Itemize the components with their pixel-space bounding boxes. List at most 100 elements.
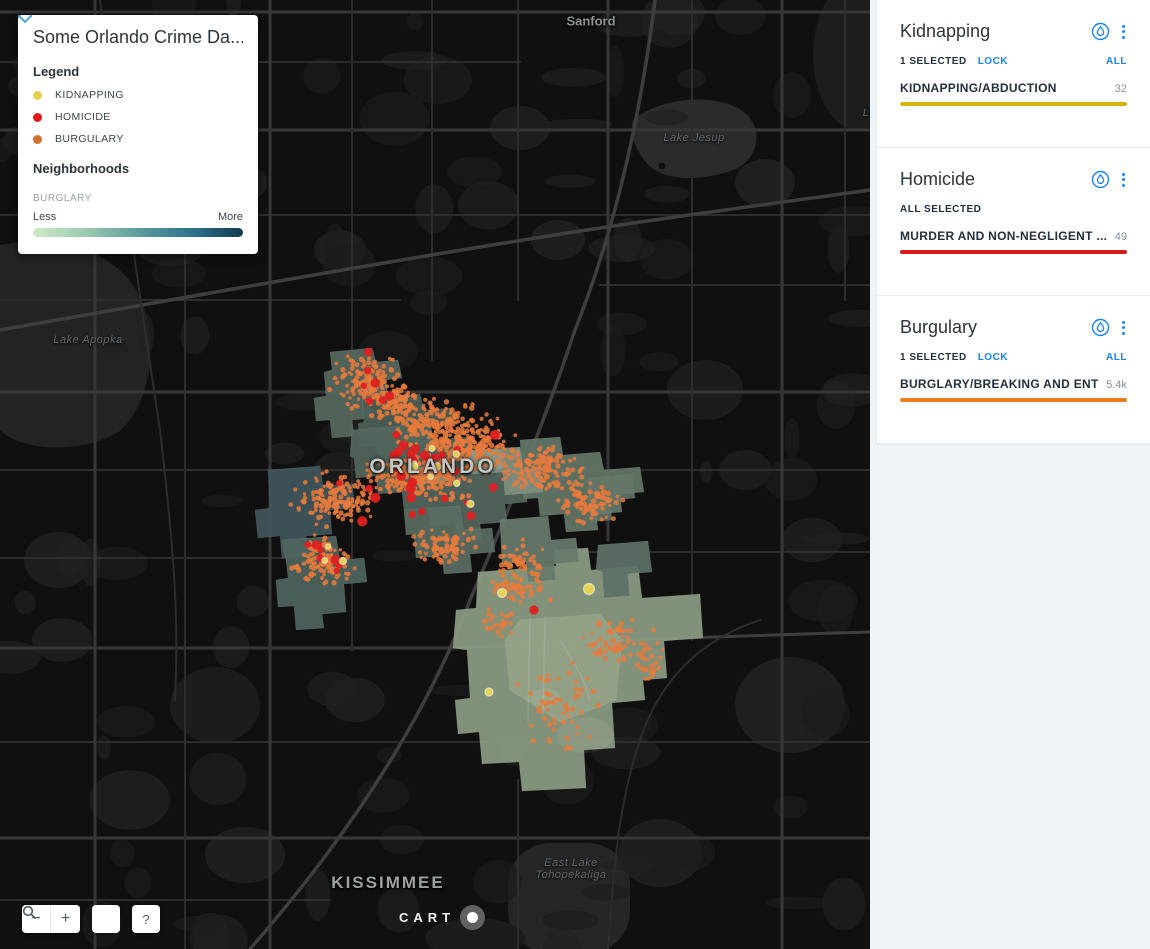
crime-point-burglary[interactable] bbox=[419, 555, 423, 560]
crime-point-burglary[interactable] bbox=[335, 380, 340, 385]
crime-point-burglary[interactable] bbox=[529, 723, 534, 728]
crime-point-burglary[interactable] bbox=[610, 637, 616, 643]
crime-point-burglary[interactable] bbox=[444, 537, 450, 543]
crime-point-burglary[interactable] bbox=[448, 433, 453, 437]
crime-point-burglary[interactable] bbox=[559, 485, 565, 491]
crime-point-burglary[interactable] bbox=[437, 413, 442, 418]
crime-point-burglary[interactable] bbox=[447, 478, 453, 484]
crime-point-homicide[interactable] bbox=[406, 492, 416, 503]
crime-point-burglary[interactable] bbox=[465, 453, 470, 458]
all-link[interactable]: ALL bbox=[1106, 352, 1127, 363]
crime-point-burglary[interactable] bbox=[335, 509, 339, 514]
crime-point-burglary[interactable] bbox=[403, 434, 409, 440]
crime-point-burglary[interactable] bbox=[549, 468, 554, 473]
lock-link[interactable]: LOCK bbox=[978, 352, 1008, 363]
crime-point-burglary[interactable] bbox=[296, 506, 301, 511]
crime-point-burglary[interactable] bbox=[609, 630, 614, 636]
crime-point-burglary[interactable] bbox=[368, 479, 374, 484]
crime-point-burglary[interactable] bbox=[385, 384, 389, 389]
crime-point-burglary[interactable] bbox=[422, 460, 428, 466]
crime-point-burglary[interactable] bbox=[537, 565, 542, 569]
crime-point-burglary[interactable] bbox=[466, 463, 471, 468]
crime-point-burglary[interactable] bbox=[500, 572, 506, 578]
crime-point-burglary[interactable] bbox=[555, 484, 560, 489]
crime-point-burglary[interactable] bbox=[322, 573, 326, 577]
crime-point-burglary[interactable] bbox=[384, 410, 390, 416]
crime-point-burglary[interactable] bbox=[575, 481, 581, 487]
crime-point-burglary[interactable] bbox=[381, 379, 387, 384]
crime-point-burglary[interactable] bbox=[538, 445, 543, 450]
crime-point-burglary[interactable] bbox=[568, 745, 573, 751]
crime-point-burglary[interactable] bbox=[462, 476, 467, 481]
crime-point-burglary[interactable] bbox=[466, 423, 471, 428]
crime-point-burglary[interactable] bbox=[501, 463, 506, 468]
crime-point-burglary[interactable] bbox=[522, 565, 528, 571]
droplet-filter-icon[interactable] bbox=[1091, 22, 1110, 41]
crime-point-burglary[interactable] bbox=[560, 719, 566, 725]
crime-point-burglary[interactable] bbox=[509, 447, 515, 453]
crime-point-burglary[interactable] bbox=[312, 533, 317, 537]
crime-point-burglary[interactable] bbox=[452, 547, 457, 552]
crime-point-burglary[interactable] bbox=[393, 479, 398, 485]
crime-point-burglary[interactable] bbox=[400, 384, 406, 389]
crime-point-burglary[interactable] bbox=[440, 421, 445, 427]
crime-point-burglary[interactable] bbox=[542, 715, 548, 721]
crime-point-burglary[interactable] bbox=[627, 652, 633, 657]
crime-point-burglary[interactable] bbox=[645, 645, 649, 650]
crime-point-burglary[interactable] bbox=[426, 469, 431, 474]
crime-point-burglary[interactable] bbox=[590, 498, 597, 504]
crime-point-homicide[interactable] bbox=[392, 431, 401, 439]
crime-point-burglary[interactable] bbox=[572, 456, 577, 461]
crime-point-burglary[interactable] bbox=[319, 514, 324, 520]
crime-point-burglary[interactable] bbox=[311, 556, 317, 561]
crime-point-homicide[interactable] bbox=[304, 541, 312, 548]
crime-point-burglary[interactable] bbox=[565, 500, 571, 506]
crime-point-burglary[interactable] bbox=[351, 379, 355, 383]
crime-point-burglary[interactable] bbox=[599, 484, 605, 490]
crime-point-burglary[interactable] bbox=[333, 490, 338, 495]
crime-point-burglary[interactable] bbox=[375, 372, 380, 377]
crime-point-burglary[interactable] bbox=[397, 393, 402, 398]
crime-point-burglary[interactable] bbox=[573, 493, 577, 497]
crime-point-burglary[interactable] bbox=[346, 571, 351, 577]
crime-point-burglary[interactable] bbox=[460, 549, 465, 555]
crime-point-homicide[interactable] bbox=[311, 540, 322, 550]
crime-point-homicide[interactable] bbox=[378, 396, 387, 404]
crime-point-burglary[interactable] bbox=[405, 423, 410, 428]
crime-point-burglary[interactable] bbox=[618, 620, 625, 627]
crime-point-burglary[interactable] bbox=[587, 505, 593, 511]
crime-point-burglary[interactable] bbox=[415, 490, 421, 496]
crime-point-burglary[interactable] bbox=[519, 484, 525, 490]
crime-point-burglary[interactable] bbox=[551, 716, 556, 721]
crime-point-burglary[interactable] bbox=[528, 588, 534, 594]
crime-point-burglary[interactable] bbox=[501, 439, 506, 444]
crime-point-kidnapping[interactable] bbox=[324, 543, 332, 550]
crime-point-burglary[interactable] bbox=[325, 553, 330, 557]
crime-point-burglary[interactable] bbox=[390, 384, 395, 388]
crime-point-burglary[interactable] bbox=[508, 621, 513, 626]
legend-title-row[interactable]: Some Orlando Crime Da... bbox=[18, 15, 243, 48]
crime-point-burglary[interactable] bbox=[476, 428, 481, 433]
crime-point-burglary[interactable] bbox=[423, 397, 428, 402]
crime-point-burglary[interactable] bbox=[459, 493, 466, 499]
crime-point-burglary[interactable] bbox=[323, 579, 329, 585]
crime-point-burglary[interactable] bbox=[342, 500, 349, 506]
crime-point-burglary[interactable] bbox=[545, 673, 550, 678]
crime-point-burglary[interactable] bbox=[456, 410, 461, 416]
crime-point-burglary[interactable] bbox=[655, 641, 660, 646]
crime-point-burglary[interactable] bbox=[495, 416, 500, 421]
crime-point-burglary[interactable] bbox=[511, 469, 516, 474]
crime-point-burglary[interactable] bbox=[576, 500, 582, 506]
crime-point-burglary[interactable] bbox=[621, 656, 627, 663]
crime-point-burglary[interactable] bbox=[417, 550, 423, 555]
crime-point-burglary[interactable] bbox=[356, 479, 360, 483]
crime-point-burglary[interactable] bbox=[646, 676, 651, 681]
crime-point-burglary[interactable] bbox=[388, 421, 392, 426]
crime-point-burglary[interactable] bbox=[329, 496, 335, 502]
crime-point-burglary[interactable] bbox=[536, 580, 542, 585]
crime-point-burglary[interactable] bbox=[510, 581, 515, 587]
crime-point-burglary[interactable] bbox=[502, 460, 507, 464]
crime-point-burglary[interactable] bbox=[602, 501, 607, 506]
crime-point-burglary[interactable] bbox=[603, 656, 608, 662]
crime-point-burglary[interactable] bbox=[332, 375, 338, 381]
